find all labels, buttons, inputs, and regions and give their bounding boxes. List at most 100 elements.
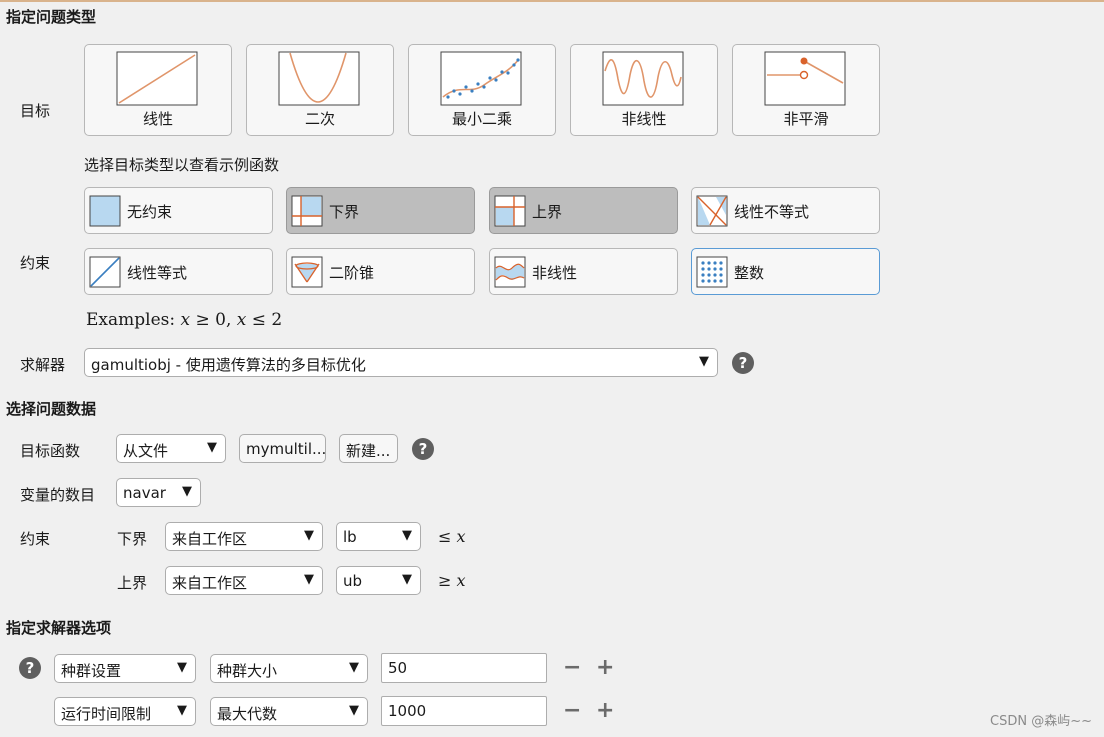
objective-tile-label: 线性 — [142, 110, 173, 128]
objective-tile-label: 非线性 — [621, 110, 667, 128]
unconstrained-icon — [89, 195, 121, 227]
option-category-dropdown-2[interactable]: 运行时间限制 ▼ — [54, 697, 196, 726]
objective-tile-label: 最小二乘 — [451, 110, 512, 128]
lower-bound-relation: ≤ 𝑥 — [438, 527, 466, 546]
num-variables-dropdown[interactable]: navar ▼ — [116, 478, 201, 507]
option-category-value: 种群设置 — [61, 662, 122, 680]
constraint-upper-bound-button[interactable]: 上界 — [489, 187, 678, 234]
chevron-down-icon: ▼ — [182, 484, 192, 499]
constraint-button-label: 二阶锥 — [329, 264, 375, 282]
section-title-problem-data: 选择问题数据 — [6, 400, 97, 418]
constraint-linear-equality-button[interactable]: 线性等式 — [84, 248, 273, 295]
constraint-button-label: 非线性 — [532, 264, 578, 282]
constraint-button-label: 线性等式 — [127, 264, 188, 282]
constraint-unconstrained-button[interactable]: 无约束 — [84, 187, 273, 234]
add-option-button-1[interactable]: + — [596, 657, 614, 679]
constraint-button-label: 上界 — [532, 203, 563, 221]
option-name-value: 种群大小 — [217, 662, 278, 680]
objective-tile-label: 二次 — [304, 110, 335, 128]
objective-tile-quadratic[interactable]: 二次 — [246, 44, 394, 136]
remove-option-button-1[interactable]: − — [563, 657, 581, 679]
num-variables-label: 变量的数目 — [20, 486, 96, 504]
chevron-down-icon: ▼ — [177, 660, 187, 675]
constraint-examples: Examples: 𝑥 ≥ 0, 𝑥 ≤ 2 — [86, 310, 283, 330]
new-objective-function-button[interactable]: 新建... — [339, 434, 398, 463]
quadratic-plot-icon — [278, 51, 360, 106]
watermark: CSDN @森屿~~ — [990, 714, 1092, 729]
solver-dropdown[interactable]: gamultiobj - 使用遗传算法的多目标优化 ▼ — [84, 348, 718, 377]
option-category-value: 运行时间限制 — [61, 705, 152, 723]
nonsmooth-plot-icon — [764, 51, 846, 106]
objective-tile-label: 非平滑 — [783, 110, 829, 128]
lower-bound-label: 下界 — [117, 530, 148, 548]
nonlinear-constraint-icon — [494, 256, 526, 288]
upper-bound-label: 上界 — [117, 574, 148, 592]
upper-bound-variable-value: ub — [343, 572, 363, 590]
objective-label: 目标 — [20, 102, 51, 120]
objective-tile-least-squares[interactable]: 最小二乘 — [408, 44, 556, 136]
chevron-down-icon: ▼ — [402, 572, 412, 587]
lower-bound-icon — [291, 195, 323, 227]
constraint-button-label: 整数 — [734, 264, 765, 282]
solver-help-icon[interactable]: ? — [732, 352, 754, 374]
constraint-second-order-cone-button[interactable]: 二阶锥 — [286, 248, 475, 295]
linear-inequality-icon — [696, 195, 728, 227]
objective-function-file-button[interactable]: mymultil... — [239, 434, 326, 463]
upper-bound-relation: ≥ 𝑥 — [438, 571, 466, 590]
upper-bound-variable-dropdown[interactable]: ub ▼ — [336, 566, 421, 595]
objective-tile-linear[interactable]: 线性 — [84, 44, 232, 136]
window-top-border — [0, 0, 1104, 2]
chevron-down-icon: ▼ — [349, 660, 359, 675]
option-category-dropdown-1[interactable]: 种群设置 ▼ — [54, 654, 196, 683]
second-order-cone-icon — [291, 256, 323, 288]
num-variables-value: navar — [123, 484, 166, 502]
constraint-linear-inequality-button[interactable]: 线性不等式 — [691, 187, 880, 234]
option-name-dropdown-2[interactable]: 最大代数 ▼ — [210, 697, 368, 726]
objective-function-source-dropdown[interactable]: 从文件 ▼ — [116, 434, 226, 463]
lower-bound-source-value: 来自工作区 — [172, 530, 248, 548]
upper-bound-source-value: 来自工作区 — [172, 574, 248, 592]
lower-bound-variable-value: lb — [343, 528, 357, 546]
objective-function-help-icon[interactable]: ? — [412, 438, 434, 460]
chevron-down-icon: ▼ — [699, 354, 709, 369]
add-option-button-2[interactable]: + — [596, 700, 614, 722]
least-squares-plot-icon — [440, 51, 522, 106]
option-name-dropdown-1[interactable]: 种群大小 ▼ — [210, 654, 368, 683]
constraint-nonlinear-button[interactable]: 非线性 — [489, 248, 678, 295]
section-title-solver-options: 指定求解器选项 — [6, 619, 112, 637]
constraint-button-label: 无约束 — [127, 203, 173, 221]
lower-bound-source-dropdown[interactable]: 来自工作区 ▼ — [165, 522, 323, 551]
integer-icon — [696, 256, 728, 288]
constraint-integer-button[interactable]: 整数 — [691, 248, 880, 295]
remove-option-button-2[interactable]: − — [563, 700, 581, 722]
data-constraints-label: 约束 — [20, 530, 51, 548]
constraint-button-label: 下界 — [329, 203, 360, 221]
upper-bound-source-dropdown[interactable]: 来自工作区 ▼ — [165, 566, 323, 595]
chevron-down-icon: ▼ — [177, 703, 187, 718]
objective-function-source-value: 从文件 — [123, 442, 169, 460]
chevron-down-icon: ▼ — [304, 528, 314, 543]
chevron-down-icon: ▼ — [304, 572, 314, 587]
constraint-lower-bound-button[interactable]: 下界 — [286, 187, 475, 234]
solver-label: 求解器 — [20, 356, 66, 374]
section-title-problem-type: 指定问题类型 — [6, 8, 97, 26]
constraint-button-label: 线性不等式 — [734, 203, 810, 221]
objective-function-label: 目标函数 — [20, 442, 81, 460]
option-value-input-1[interactable] — [381, 653, 547, 683]
chevron-down-icon: ▼ — [349, 703, 359, 718]
option-name-value: 最大代数 — [217, 705, 278, 723]
nonlinear-plot-icon — [602, 51, 684, 106]
option-value-input-2[interactable] — [381, 696, 547, 726]
upper-bound-icon — [494, 195, 526, 227]
solver-options-help-icon[interactable]: ? — [19, 657, 41, 679]
chevron-down-icon: ▼ — [402, 528, 412, 543]
solver-dropdown-value: gamultiobj - 使用遗传算法的多目标优化 — [91, 356, 366, 374]
chevron-down-icon: ▼ — [207, 440, 217, 455]
lower-bound-variable-dropdown[interactable]: lb ▼ — [336, 522, 421, 551]
linear-equality-icon — [89, 256, 121, 288]
linear-plot-icon — [116, 51, 198, 106]
objective-hint: 选择目标类型以查看示例函数 — [84, 156, 280, 174]
objective-tile-nonlinear[interactable]: 非线性 — [570, 44, 718, 136]
objective-tile-nonsmooth[interactable]: 非平滑 — [732, 44, 880, 136]
constraints-label: 约束 — [20, 254, 51, 272]
